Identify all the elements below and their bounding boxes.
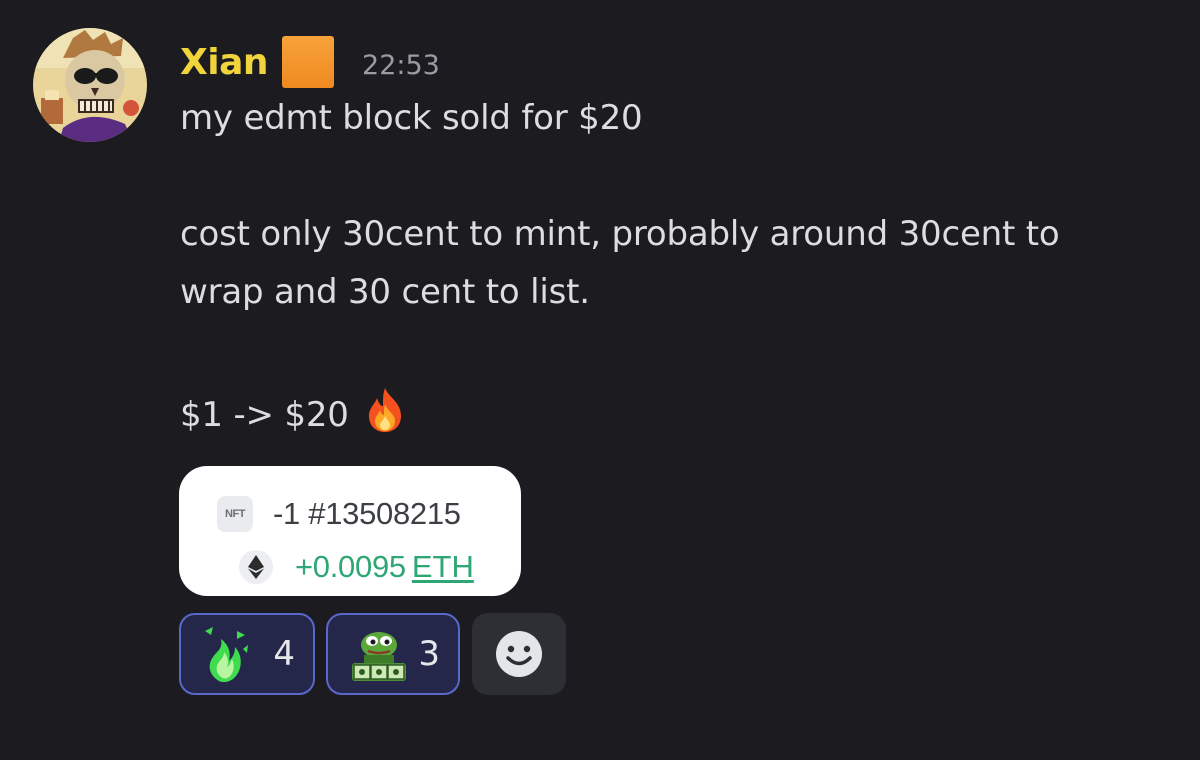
ethereum-icon [239,550,273,584]
message-line: my edmt block sold for $20 [180,98,643,138]
nft-icon: NFT [217,496,253,532]
add-reaction-button[interactable] [472,613,566,695]
nft-change: -1 #13508215 [273,496,461,531]
eth-amount: +0.0095 [295,549,406,584]
user-avatar[interactable] [33,28,147,142]
reaction-count: 3 [418,634,440,674]
nft-transfer-row: NFT -1 #13508215 [217,496,461,532]
pepe-money-emoji-icon [350,625,408,683]
fire-icon [363,386,407,443]
message-line-text: $1 -> $20 [180,394,349,435]
message-line-with-emoji: $1 -> $20 [180,386,407,443]
message-header: Xian 22:53 [180,34,440,90]
smiley-icon [496,631,542,677]
role-badge-icon [282,36,335,88]
skull-avatar-icon [33,28,147,142]
chat-message: Xian 22:53 my edmt block sold for $20 co… [0,0,1200,760]
transaction-image[interactable]: NFT -1 #13508215 +0.0095 ETH [179,466,521,596]
reaction-button[interactable]: 3 [326,613,460,695]
eth-transfer-row: +0.0095 ETH [239,549,474,585]
eth-link[interactable]: ETH [412,549,474,585]
message-line: wrap and 30 cent to list. [180,272,590,312]
username[interactable]: Xian [180,42,269,83]
reaction-button[interactable]: 4 [179,613,315,695]
green-flame-emoji-icon [203,625,249,683]
message-timestamp: 22:53 [362,49,440,81]
reaction-count: 4 [273,634,295,674]
message-line: cost only 30cent to mint, probably aroun… [180,214,1060,254]
